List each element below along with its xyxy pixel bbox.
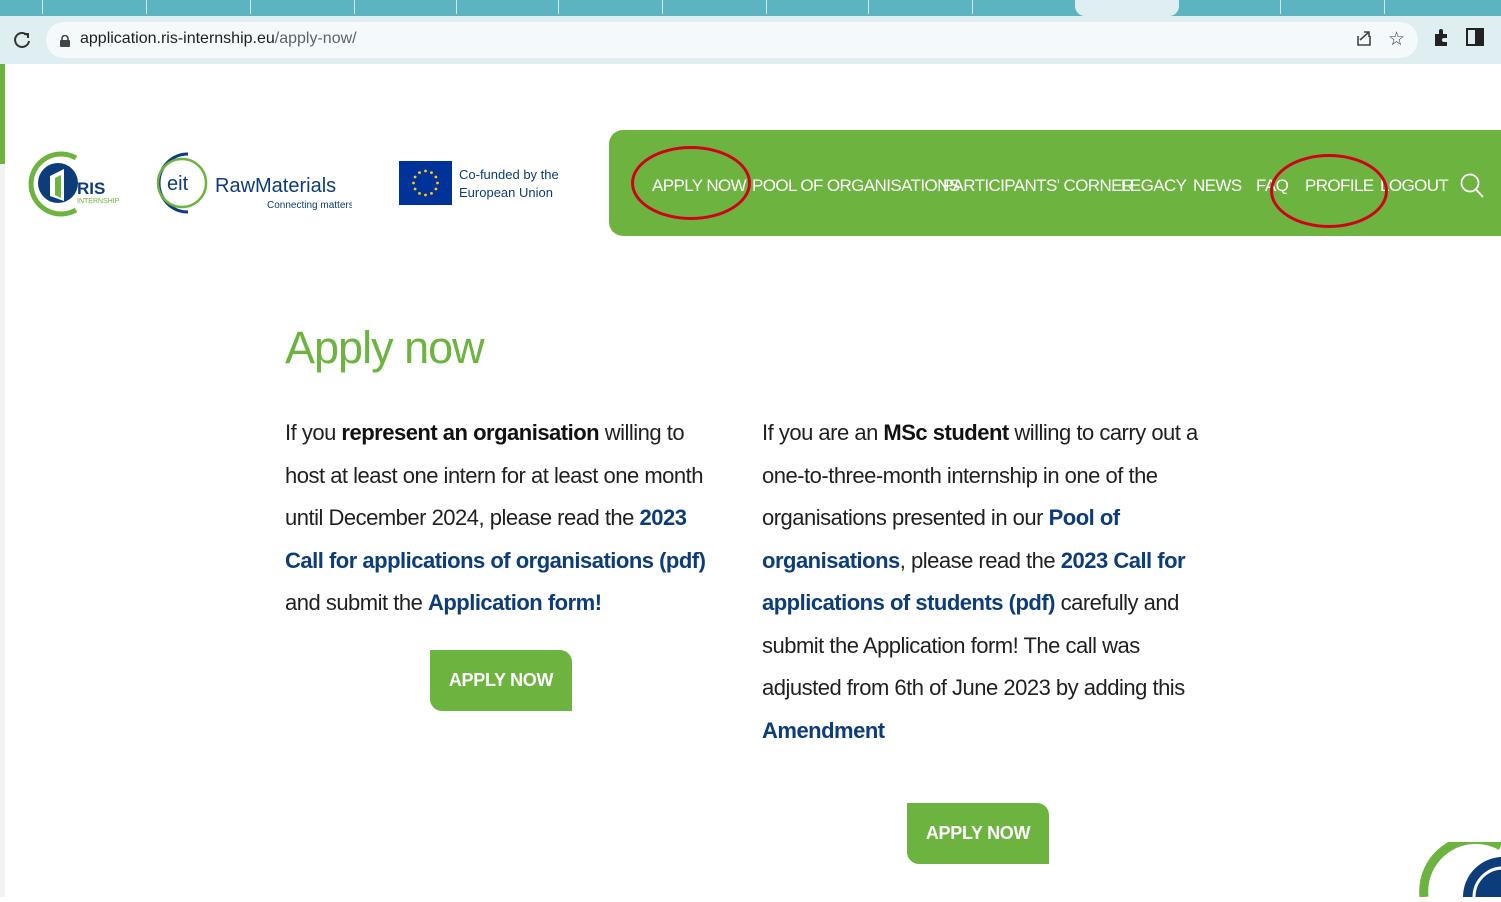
amendment-link[interactable]: Amendment (762, 718, 885, 743)
page-title: Apply now (285, 322, 485, 373)
eit-rawmaterials-logo[interactable]: eit RawMaterials Connecting matters (152, 150, 354, 216)
side-panel-icon[interactable] (1466, 28, 1484, 52)
student-text-1: If you are an (762, 420, 884, 445)
page-left-border (0, 164, 5, 897)
url-host: application.ris-internship.eu (80, 30, 275, 47)
ris-internship-logo[interactable]: RIS INTERNSHIP (26, 146, 130, 222)
left-edge-accent (0, 64, 5, 164)
org-bold-text: represent an organisation (341, 420, 600, 445)
eit-tagline-text: Connecting matters (267, 200, 352, 211)
nav-item-logout[interactable]: LOGOUT (1380, 176, 1449, 196)
annotation-circle-profile (1270, 154, 1388, 228)
extensions-icon[interactable] (1432, 28, 1450, 52)
share-icon[interactable] (1354, 28, 1374, 52)
student-paragraph: If you are an MSc student willing to car… (762, 412, 1212, 752)
url-text[interactable]: application.ris-internship.eu/apply-now/ (80, 30, 357, 48)
bookmark-star-icon[interactable]: ☆ (1388, 28, 1405, 52)
eu-cofunded-logo[interactable]: Co-funded by the European Union (399, 161, 559, 207)
search-icon[interactable] (1459, 172, 1485, 200)
nav-item-news[interactable]: NEWS (1193, 176, 1242, 196)
active-tab[interactable] (1075, 0, 1179, 16)
annotation-circle-apply-now (631, 146, 751, 220)
nav-item-pool-of-organisations[interactable]: POOL OF ORGANISATIONS (752, 176, 960, 196)
corner-ris-logo[interactable] (1418, 834, 1501, 902)
lock-icon[interactable] (60, 34, 70, 47)
eit-mark-text: eit (167, 173, 189, 195)
org-application-form-link[interactable]: Application form! (428, 590, 602, 615)
eit-name-text: RawMaterials (215, 175, 336, 197)
organisation-paragraph: If you represent an organisation willing… (285, 412, 725, 625)
nav-item-participants-corner[interactable]: PARTICIPANTS' CORNER (943, 176, 1134, 196)
ris-logo-text: RIS (77, 179, 105, 198)
student-text-3: , please read the (899, 547, 1061, 573)
ris-logo-subtext: INTERNSHIP (77, 198, 120, 205)
org-text-3: and submit the (285, 590, 428, 615)
apply-now-button-organisation[interactable]: APPLY NOW (430, 650, 572, 711)
nav-item-legacy[interactable]: LEGACY (1121, 176, 1187, 196)
eu-text-line2: European Union (459, 185, 553, 200)
student-bold-text: MSc student (883, 420, 1009, 445)
reload-icon[interactable] (12, 30, 32, 50)
url-path: /apply-now/ (274, 30, 357, 47)
browser-tab-strip (0, 0, 1501, 16)
apply-now-button-student[interactable]: APPLY NOW (907, 803, 1049, 864)
eu-text-line1: Co-funded by the (459, 167, 559, 182)
org-text-1: If you (285, 420, 342, 445)
